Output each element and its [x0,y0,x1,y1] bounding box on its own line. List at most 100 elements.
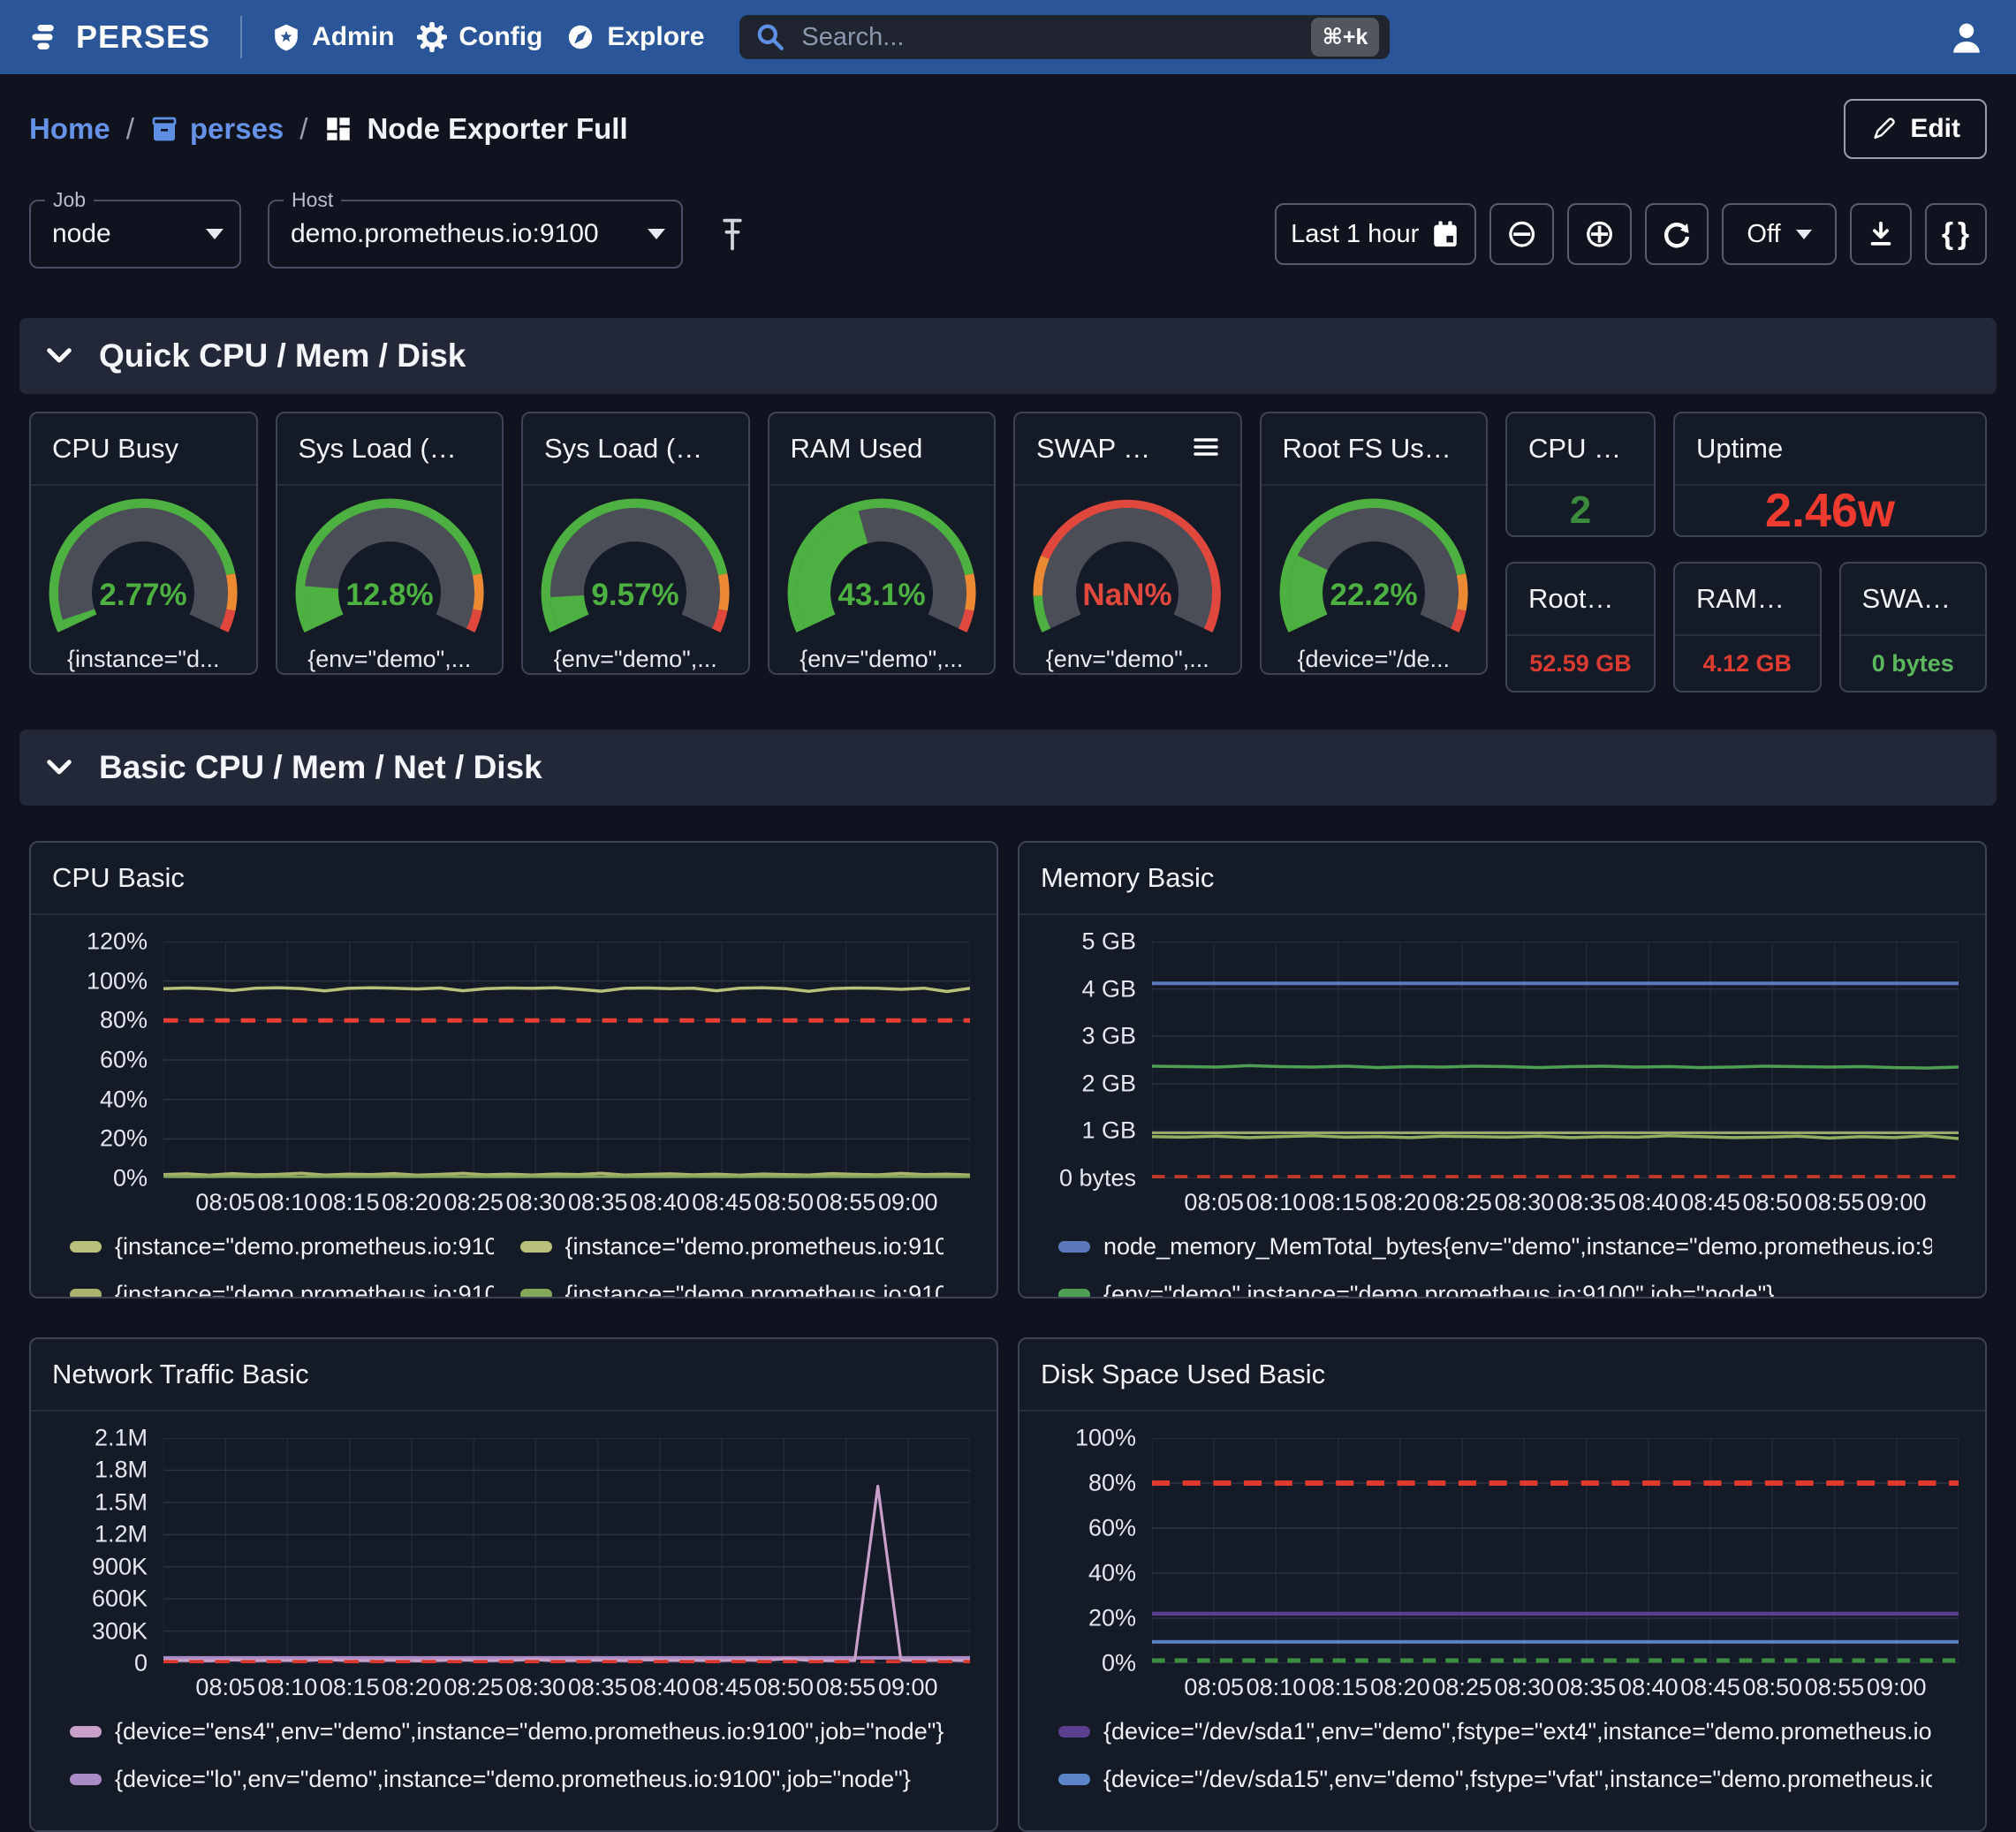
legend-item[interactable]: {device="lo",env="demo",instance="demo.p… [70,1759,944,1799]
y-axis-tick-label: 100% [1075,1425,1136,1452]
chevron-down-icon [206,229,224,239]
legend-swatch [70,1726,102,1737]
legend-item[interactable]: {instance="demo.prometheus.io:9100"} [70,1274,494,1298]
panel-header: SWAP … [1015,413,1240,486]
account-button[interactable] [1947,18,1986,57]
edit-button[interactable]: Edit [1844,99,1987,159]
chart-canvas[interactable] [1152,1438,1959,1663]
stat-value: 2.46w [1675,486,1985,535]
chart-canvas[interactable] [1152,942,1959,1178]
chevron-down-icon [46,759,72,776]
x-axis-tick-label: 08:10 [1247,1189,1307,1216]
panel-header: Network Traffic Basic [31,1339,997,1412]
legend-item[interactable]: {instance="demo.prometheus.io:9100"} [520,1274,944,1298]
y-axis-tick-label: 1 GB [1081,1117,1136,1145]
chart-plot[interactable] [163,942,970,1178]
panel-header: Sys Load (… [277,413,503,486]
gauge-chart[interactable]: NaN% [1021,492,1233,649]
nav-item-label: Config [459,22,542,52]
y-axis-tick-label: 3 GB [1081,1023,1136,1050]
stat-value: 52.59 GB [1507,636,1654,691]
stat-panel: Root…52.59 GB [1505,562,1656,693]
time-controls: Last 1 hour ⊖ ⊕ Off [1275,203,1987,265]
y-axis-labels: 100%80%60%40%20%0% [1019,1438,1152,1663]
json-view-button[interactable]: { } [1925,203,1987,265]
x-axis-tick-label: 08:10 [1247,1674,1307,1701]
y-axis-tick-label: 60% [100,1047,148,1074]
pin-variables-button[interactable] [715,215,750,254]
gauge-chart[interactable]: 43.1% [776,492,988,649]
gauge-panel: Sys Load (…12.8%{env="demo",... [276,412,504,675]
panel-memory-basic: Memory Basic 5 GB4 GB3 GB2 GB1 GB0 bytes… [1018,841,1987,1298]
zoom-out-button[interactable]: ⊖ [1489,203,1554,265]
legend-item[interactable]: {instance="demo.prometheus.io:9100"} [520,1226,944,1267]
search-box[interactable]: ⌘+k [739,15,1390,59]
nav-item-explore[interactable]: Explore [565,22,704,52]
gauge-chart[interactable]: 12.8% [284,492,496,649]
calendar-icon [1430,219,1460,249]
chart-plot[interactable] [1152,942,1959,1178]
panel-title: Memory Basic [1041,862,1214,894]
nav-item-admin[interactable]: Admin [272,22,394,52]
x-axis-tick-label: 08:10 [258,1674,318,1701]
job-select[interactable]: Job node [29,200,241,269]
chevron-down-icon [648,229,665,239]
chart-canvas[interactable] [163,942,970,1178]
x-axis-tick-label: 08:25 [1432,1189,1492,1216]
legend-swatch [70,1774,102,1785]
chevron-down-icon [1796,230,1812,239]
section-header-basic[interactable]: Basic CPU / Mem / Net / Disk [19,730,1997,806]
panel-header: CPU Basic [31,843,997,915]
y-axis-tick-label: 40% [1088,1560,1136,1587]
legend-swatch [1058,1774,1090,1785]
x-axis-tick-label: 08:55 [816,1674,876,1701]
search-input[interactable] [800,22,1296,53]
legend-item[interactable]: {device="ens4",env="demo",instance="demo… [70,1711,944,1752]
panel-header: Uptime [1675,413,1985,486]
gauge-chart[interactable]: 2.77% [37,492,249,649]
legend-item[interactable]: {device="/dev/sda1",env="demo",fstype="e… [1058,1711,1932,1752]
y-axis-tick-label: 60% [1088,1515,1136,1542]
y-axis-tick-label: 5 GB [1081,928,1136,956]
x-axis-tick-label: 09:00 [1867,1189,1927,1216]
refresh-interval-select[interactable]: Off [1722,203,1837,265]
x-axis-tick-label: 08:40 [1618,1189,1679,1216]
svg-text:43.1%: 43.1% [837,578,925,612]
gauge-series-label: {env="demo",... [554,646,717,673]
legend-item[interactable]: node_memory_MemTotal_bytes{env="demo",in… [1058,1226,1932,1267]
y-axis-tick-label: 1.2M [95,1521,148,1548]
chart-plot[interactable] [163,1438,970,1663]
x-axis-tick-label: 08:25 [443,1674,504,1701]
account-icon [1947,18,1986,57]
chart-body: 5 GB4 GB3 GB2 GB1 GB0 bytes08:0508:1008:… [1019,915,1985,1298]
chart-legend: {device="/dev/sda1",env="demo",fstype="e… [1058,1711,1932,1799]
panel-header: RAM Used [769,413,995,486]
search-icon [755,22,785,52]
chart-canvas[interactable] [163,1438,970,1663]
gauge-chart[interactable]: 22.2% [1268,492,1480,649]
panel-menu-icon[interactable] [1193,433,1219,465]
breadcrumb-current: Node Exporter Full [323,112,627,146]
chart-plot[interactable] [1152,1438,1959,1663]
host-select[interactable]: Host demo.prometheus.io:9100 [268,200,683,269]
legend-item[interactable]: {env="demo",instance="demo.prometheus.io… [1058,1274,1932,1298]
x-axis-tick-label: 08:45 [1680,1674,1740,1701]
zoom-in-button[interactable]: ⊕ [1567,203,1632,265]
x-axis-tick-label: 08:55 [816,1189,876,1216]
nav-item-config[interactable]: Config [417,22,542,52]
time-range-button[interactable]: Last 1 hour [1275,203,1476,265]
section-header-quick[interactable]: Quick CPU / Mem / Disk [19,318,1997,394]
breadcrumb-project-link[interactable]: perses [150,112,284,146]
download-button[interactable] [1850,203,1912,265]
refresh-button[interactable] [1645,203,1709,265]
svg-text:12.8%: 12.8% [345,578,433,612]
breadcrumb-home-link[interactable]: Home [29,112,110,146]
gauge-panel: Sys Load (…9.57%{env="demo",... [521,412,750,675]
legend-item[interactable]: {device="/dev/sda15",env="demo",fstype="… [1058,1759,1932,1799]
panel-header: Root… [1507,564,1654,636]
legend-item[interactable]: {instance="demo.prometheus.io:9100"} [70,1226,494,1267]
x-axis-tick-label: 08:35 [568,1189,628,1216]
gauge-chart[interactable]: 9.57% [529,492,741,649]
legend-swatch [520,1289,552,1299]
perses-brand[interactable]: PERSES [30,19,210,56]
